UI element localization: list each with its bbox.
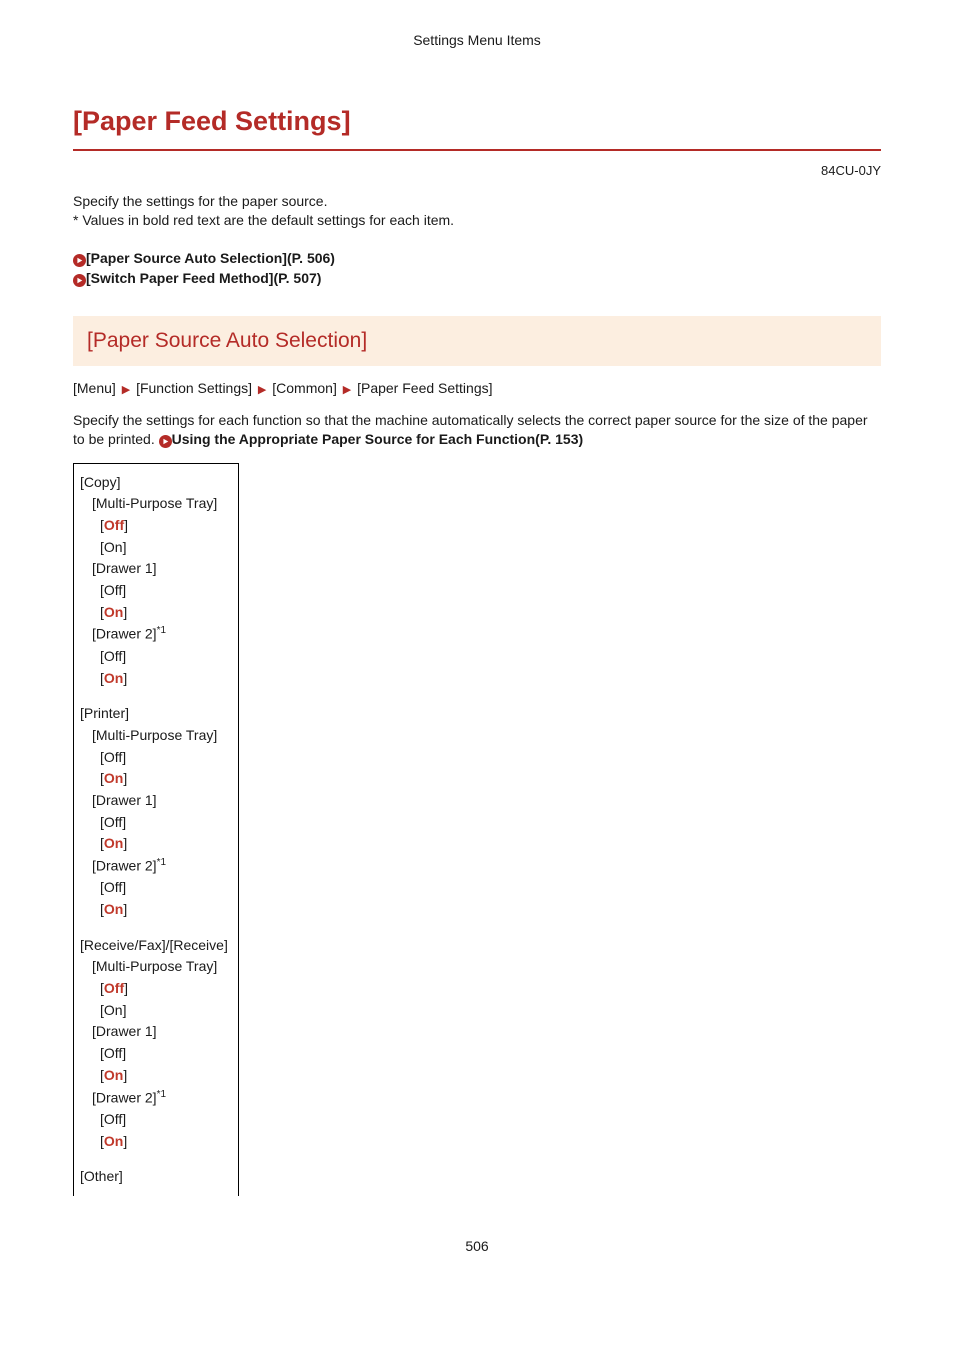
section-header: [Paper Source Auto Selection] (73, 316, 881, 366)
item-multi-purpose-tray: [Multi-Purpose Tray] (92, 493, 228, 515)
toc-link-list: [Paper Source Auto Selection](P. 506) [S… (73, 248, 881, 289)
option-on-default: [On] (100, 1065, 228, 1087)
default-value: Off (104, 980, 124, 996)
item-multi-purpose-tray: [Multi-Purpose Tray] (92, 725, 228, 747)
group-receive-fax: [Receive/Fax]/[Receive] (80, 935, 228, 957)
default-value: On (104, 604, 123, 620)
title-rule (73, 149, 881, 151)
default-value: On (104, 901, 123, 917)
section-description: Specify the settings for each function s… (73, 411, 881, 449)
option-on-default: [On] (100, 668, 228, 690)
document-id: 84CU-0JY (73, 161, 881, 181)
intro-line-2: * Values in bold red text are the defaul… (73, 212, 454, 228)
breadcrumb-item: [Paper Feed Settings] (357, 380, 492, 396)
footnote-ref: *1 (157, 857, 166, 868)
option-on-default: [On] (100, 899, 228, 921)
option-off: [Off] (100, 877, 228, 899)
page-title: [Paper Feed Settings] (73, 101, 881, 145)
item-drawer-1: [Drawer 1] (92, 558, 228, 580)
option-off: [Off] (100, 747, 228, 769)
play-icon (73, 254, 86, 267)
option-on-default: [On] (100, 602, 228, 624)
option-off-default: [Off] (100, 978, 228, 1000)
option-on-default: [On] (100, 833, 228, 855)
chevron-right-icon: ▶ (122, 382, 130, 399)
option-off: [Off] (100, 1043, 228, 1065)
item-drawer-1: [Drawer 1] (92, 790, 228, 812)
group-printer: [Printer] (80, 703, 228, 725)
default-value: On (104, 835, 123, 851)
link-switch-paper-feed-method[interactable]: [Switch Paper Feed Method](P. 507) (86, 270, 321, 286)
item-drawer-2: [Drawer 2]*1 (92, 623, 228, 645)
running-header: Settings Menu Items (73, 30, 881, 51)
link-paper-source-auto-selection[interactable]: [Paper Source Auto Selection](P. 506) (86, 250, 335, 266)
footnote-ref: *1 (157, 625, 166, 636)
chevron-right-icon: ▶ (343, 382, 351, 399)
default-value: On (104, 670, 123, 686)
page-number: 506 (73, 1236, 881, 1257)
settings-values-box: [Copy] [Multi-Purpose Tray] [Off] [On] [… (73, 463, 239, 1196)
footnote-ref: *1 (157, 1089, 166, 1100)
chevron-right-icon: ▶ (258, 382, 266, 399)
breadcrumb: [Menu] ▶ [Function Settings] ▶ [Common] … (73, 378, 881, 399)
breadcrumb-item: [Function Settings] (136, 380, 252, 396)
drawer-2-label: [Drawer 2] (92, 858, 157, 874)
drawer-2-label: [Drawer 2] (92, 1089, 157, 1105)
option-off: [Off] (100, 646, 228, 668)
option-off: [Off] (100, 1109, 228, 1131)
option-off-default: [Off] (100, 515, 228, 537)
default-value: On (104, 1067, 123, 1083)
group-other: [Other] (80, 1166, 228, 1188)
item-multi-purpose-tray: [Multi-Purpose Tray] (92, 956, 228, 978)
option-on-default: [On] (100, 1131, 228, 1153)
option-on-default: [On] (100, 768, 228, 790)
breadcrumb-item: [Common] (272, 380, 337, 396)
play-icon (159, 435, 172, 448)
breadcrumb-item: [Menu] (73, 380, 116, 396)
item-drawer-1: [Drawer 1] (92, 1021, 228, 1043)
option-on: [On] (100, 1000, 228, 1022)
drawer-2-label: [Drawer 2] (92, 626, 157, 642)
intro-line-1: Specify the settings for the paper sourc… (73, 193, 327, 209)
option-on: [On] (100, 537, 228, 559)
option-off: [Off] (100, 580, 228, 602)
default-value: Off (104, 517, 124, 533)
intro-text: Specify the settings for the paper sourc… (73, 192, 881, 230)
group-copy: [Copy] (80, 472, 228, 494)
link-appropriate-paper-source[interactable]: Using the Appropriate Paper Source for E… (172, 431, 584, 447)
option-off: [Off] (100, 812, 228, 834)
item-drawer-2: [Drawer 2]*1 (92, 1087, 228, 1109)
play-icon (73, 274, 86, 287)
default-value: On (104, 1133, 123, 1149)
default-value: On (104, 770, 123, 786)
item-drawer-2: [Drawer 2]*1 (92, 855, 228, 877)
